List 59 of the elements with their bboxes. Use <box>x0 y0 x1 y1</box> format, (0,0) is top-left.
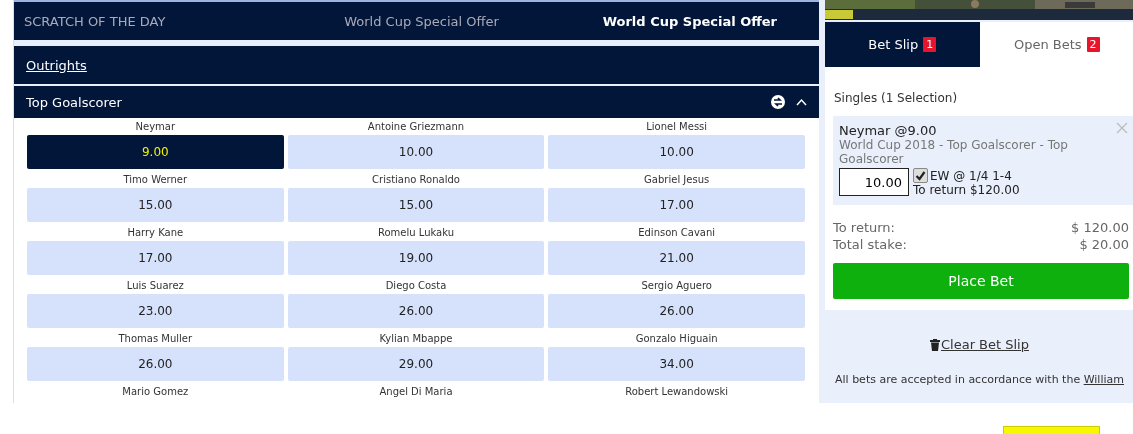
selection-name: Neymar <box>135 120 176 133</box>
total-value: $ 20.00 <box>1079 237 1129 252</box>
terms-link[interactable]: William <box>1083 373 1124 386</box>
odds-button[interactable]: 19.00 <box>287 241 545 275</box>
odds-button[interactable]: 10.00 <box>287 135 545 169</box>
outrights-link[interactable]: Outrights <box>26 57 87 73</box>
odds-button[interactable]: 10.00 <box>548 135 805 169</box>
trash-icon <box>930 338 940 351</box>
potential-return: To return $120.00 <box>913 183 1020 197</box>
selection-name: Luis Suarez <box>126 279 184 292</box>
odds-button[interactable]: 9.00 <box>27 135 284 169</box>
selection-name: Angel Di Maria <box>379 385 453 398</box>
selection-name: Timo Werner <box>123 173 188 186</box>
selection-name: Diego Costa <box>385 279 447 292</box>
promo-tab[interactable]: SCRATCH OF THE DAY <box>14 2 283 40</box>
terms-text: All bets are accepted in accordance with the William <box>835 373 1124 386</box>
promo-tab[interactable]: World Cup Special Offer <box>550 2 819 40</box>
total-label: Total stake: <box>833 237 907 252</box>
selection-name: Thomas Muller <box>118 332 193 345</box>
selection-name: Gabriel Jesus <box>644 173 710 186</box>
selection-name: Edinson Cavani <box>638 226 716 239</box>
checkbox[interactable] <box>913 168 928 183</box>
betslip-tab[interactable]: Open Bets 2 <box>979 22 1133 67</box>
selection-name: Sergio Aguero <box>641 279 712 292</box>
odds-button[interactable]: 29.00 <box>287 347 545 381</box>
odds-button[interactable]: 26.00 <box>27 347 284 381</box>
count-badge: 2 <box>1086 37 1100 52</box>
odds-button[interactable]: 34.00 <box>548 347 805 381</box>
selection-name: Gonzalo Higuain <box>635 332 718 345</box>
selection-name: Romelu Lukaku <box>377 226 455 239</box>
selection-name: Lionel Messi <box>646 120 708 133</box>
selection-name: Robert Lewandowski <box>625 385 729 398</box>
odds-button[interactable]: 26.00 <box>548 294 805 328</box>
odds-button[interactable]: 17.00 <box>27 241 284 275</box>
selection-name: Kylian Mbappe <box>379 332 453 345</box>
market-title: Top Goalscorer <box>26 94 123 110</box>
section-heading: Singles (1 Selection) <box>834 91 959 105</box>
odds-button[interactable]: 26.00 <box>287 294 545 328</box>
selection-name: Mario Gomez <box>122 385 189 398</box>
odds-button[interactable]: 23.00 <box>27 294 284 328</box>
clear-bet-slip-link[interactable]: Clear Bet Slip <box>930 337 1029 352</box>
bet-market: World Cup 2018 - Top Goalscorer - Top Goalscorer <box>839 138 1069 166</box>
promo-tab[interactable]: World Cup Special Offer <box>282 2 551 40</box>
cash-out-icon[interactable] <box>770 94 786 110</box>
bet-title: Neymar @9.00 <box>839 123 937 138</box>
odds-button[interactable]: 21.00 <box>548 241 805 275</box>
betslip-tab[interactable]: Bet Slip 1 <box>825 22 980 67</box>
odds-button[interactable]: 15.00 <box>27 188 284 222</box>
odds-button[interactable]: 15.00 <box>287 188 545 222</box>
caret-icon[interactable] <box>796 98 807 106</box>
total-label: To return: <box>833 220 895 235</box>
odds-button[interactable]: 17.00 <box>548 188 805 222</box>
each-way-label: EW @ 1/4 1-4 <box>930 168 1012 183</box>
selection-name: Antoine Griezmann <box>367 120 465 133</box>
selection-name: Cristiano Ronaldo <box>372 173 460 186</box>
selection-name: Harry Kane <box>127 226 184 239</box>
stake-field[interactable]: 10.00 <box>839 168 909 196</box>
total-value: $ 120.00 <box>1071 220 1129 235</box>
count-badge: 1 <box>923 37 937 52</box>
